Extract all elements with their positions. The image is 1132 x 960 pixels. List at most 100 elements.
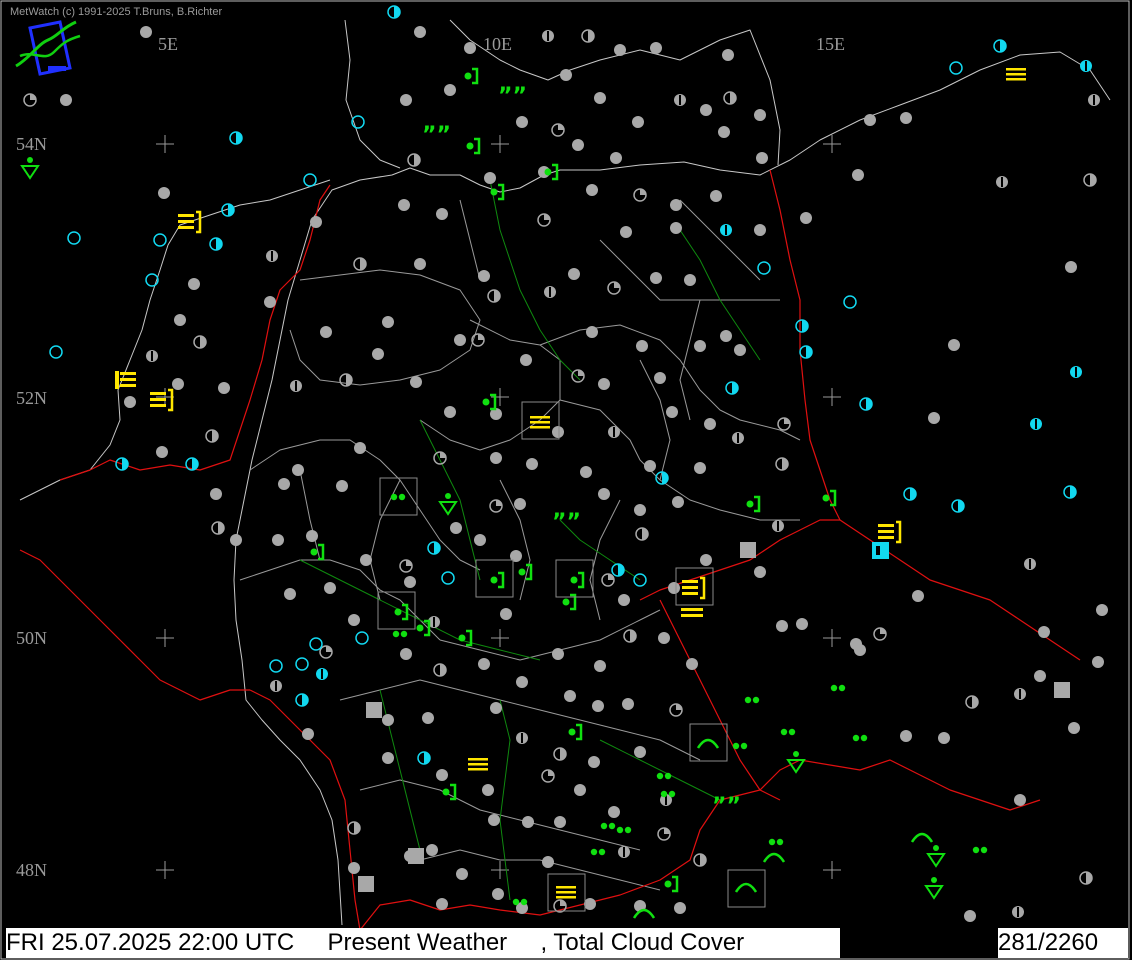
station-quarter-cloud-fill <box>440 452 446 458</box>
shower-triangle-icon <box>20 165 40 180</box>
rain-dots-icon <box>512 898 520 906</box>
rain-dot-icon <box>570 576 578 584</box>
state-boundary <box>419 319 561 451</box>
station-overcast-icon <box>584 898 596 910</box>
thunder-arc-icon <box>632 908 656 919</box>
station-overcast-icon <box>796 618 808 630</box>
fog-line-icon <box>178 214 194 217</box>
rain-dot-icon <box>458 634 466 642</box>
rain-dots-icon <box>624 826 632 834</box>
station-clear-icon <box>67 231 81 245</box>
graticule-cross <box>823 629 841 647</box>
station-overcast-icon <box>140 26 152 38</box>
river <box>599 739 721 801</box>
station-overcast-icon <box>568 268 580 280</box>
station-quarter-cloud-fill <box>614 282 620 288</box>
rain-dots-icon <box>852 734 860 742</box>
shower-dot-icon <box>931 877 937 883</box>
rain-dots-icon <box>398 493 406 501</box>
station-overcast-icon <box>372 348 384 360</box>
station-overcast-icon <box>464 42 476 54</box>
rain-dot-icon <box>664 880 672 888</box>
station-overcast-icon <box>634 504 646 516</box>
station-overcast-icon <box>622 698 634 710</box>
station-quarter-cloud-fill <box>880 628 886 634</box>
rain-dot-icon <box>822 494 830 502</box>
station-clear-icon <box>303 173 317 187</box>
rain-dot-icon <box>746 500 754 508</box>
coastline-denmark-west <box>344 19 401 169</box>
station-quarter-cloud-fill <box>496 500 502 506</box>
station-overcast-icon <box>620 226 632 238</box>
fog-line-icon <box>178 226 194 229</box>
rain-bracket-icon <box>672 875 679 893</box>
rain-dots-icon <box>660 790 668 798</box>
station-overcast-icon <box>500 608 512 620</box>
rain-dots-icon <box>788 728 796 736</box>
fog-bracket-icon <box>700 576 706 600</box>
rain-dots-icon <box>392 630 400 638</box>
rain-bracket-icon <box>466 629 473 647</box>
station-overcast-icon <box>410 376 422 388</box>
station-overcast-icon <box>1038 626 1050 638</box>
river <box>679 229 761 361</box>
station-overcast-icon <box>594 660 606 672</box>
lon-label-15e: 15E <box>816 34 845 54</box>
station-overcast-icon <box>852 169 864 181</box>
station-overcast-icon <box>474 534 486 546</box>
station-clear-icon <box>309 637 323 651</box>
drizzle-icon: ”” <box>552 510 581 535</box>
graticule-cross <box>156 629 174 647</box>
station-overcast-icon <box>694 340 706 352</box>
station-overcast-icon <box>218 382 230 394</box>
station-overcast-icon <box>60 94 72 106</box>
station-quarter-cloud-fill <box>30 94 36 100</box>
rain-dots-icon <box>972 846 980 854</box>
station-overcast-icon <box>492 888 504 900</box>
station-overcast-icon <box>756 152 768 164</box>
rain-dot-icon <box>464 72 472 80</box>
station-overcast-icon <box>694 462 706 474</box>
weather-map[interactable]: ”” ”” ”” ”” <box>0 0 1132 960</box>
station-overcast-icon <box>618 594 630 606</box>
river <box>489 179 581 381</box>
station-overcast-icon <box>684 274 696 286</box>
metwatch-logo-icon[interactable] <box>15 20 81 76</box>
station-overcast-icon <box>580 466 592 478</box>
station-quarter-cloud-fill <box>676 704 682 710</box>
station-overcast-icon <box>210 488 222 500</box>
station-overcast-icon <box>674 902 686 914</box>
station-quarter-cloud-fill <box>544 214 550 220</box>
station-overcast-icon <box>382 316 394 328</box>
station-overcast-icon <box>516 116 528 128</box>
station-overcast-icon <box>488 814 500 826</box>
shower-dot-icon <box>793 751 799 757</box>
rain-bracket-icon <box>578 571 585 589</box>
station-overcast-icon <box>670 222 682 234</box>
weather-map-window: ”” ”” ”” ”” MetWatch (c) 1991-2025 T.Bruns,… <box>0 0 1132 960</box>
station-overcast-icon <box>710 190 722 202</box>
station-overcast-icon <box>592 700 604 712</box>
station-overcast-icon <box>520 354 532 366</box>
rain-dots-icon <box>608 822 616 830</box>
copyright-text: MetWatch (c) 1991-2025 T.Bruns, B.Richte… <box>10 6 223 18</box>
rain-bracket-icon <box>754 495 761 513</box>
graticule-cross <box>491 388 509 406</box>
station-overcast-icon <box>700 104 712 116</box>
station-quarter-cloud-fill <box>784 418 790 424</box>
rain-dots-icon <box>598 848 606 856</box>
station-overcast-icon <box>398 199 410 211</box>
station-quarter-cloud-fill <box>664 828 670 834</box>
station-overcast-icon <box>354 442 366 454</box>
station-highlight-box <box>689 723 728 762</box>
border-france-belgium <box>19 549 250 701</box>
station-overcast-icon <box>522 816 534 828</box>
station-overcast-icon <box>722 49 734 61</box>
fog-line-icon <box>556 896 576 899</box>
station-clear-icon <box>295 657 309 671</box>
fog-line-icon <box>682 580 698 583</box>
station-overcast-icon <box>336 480 348 492</box>
station-overcast-icon <box>654 372 666 384</box>
lon-label-10e: 10E <box>483 34 512 54</box>
lon-label-5e: 5E <box>158 34 178 54</box>
